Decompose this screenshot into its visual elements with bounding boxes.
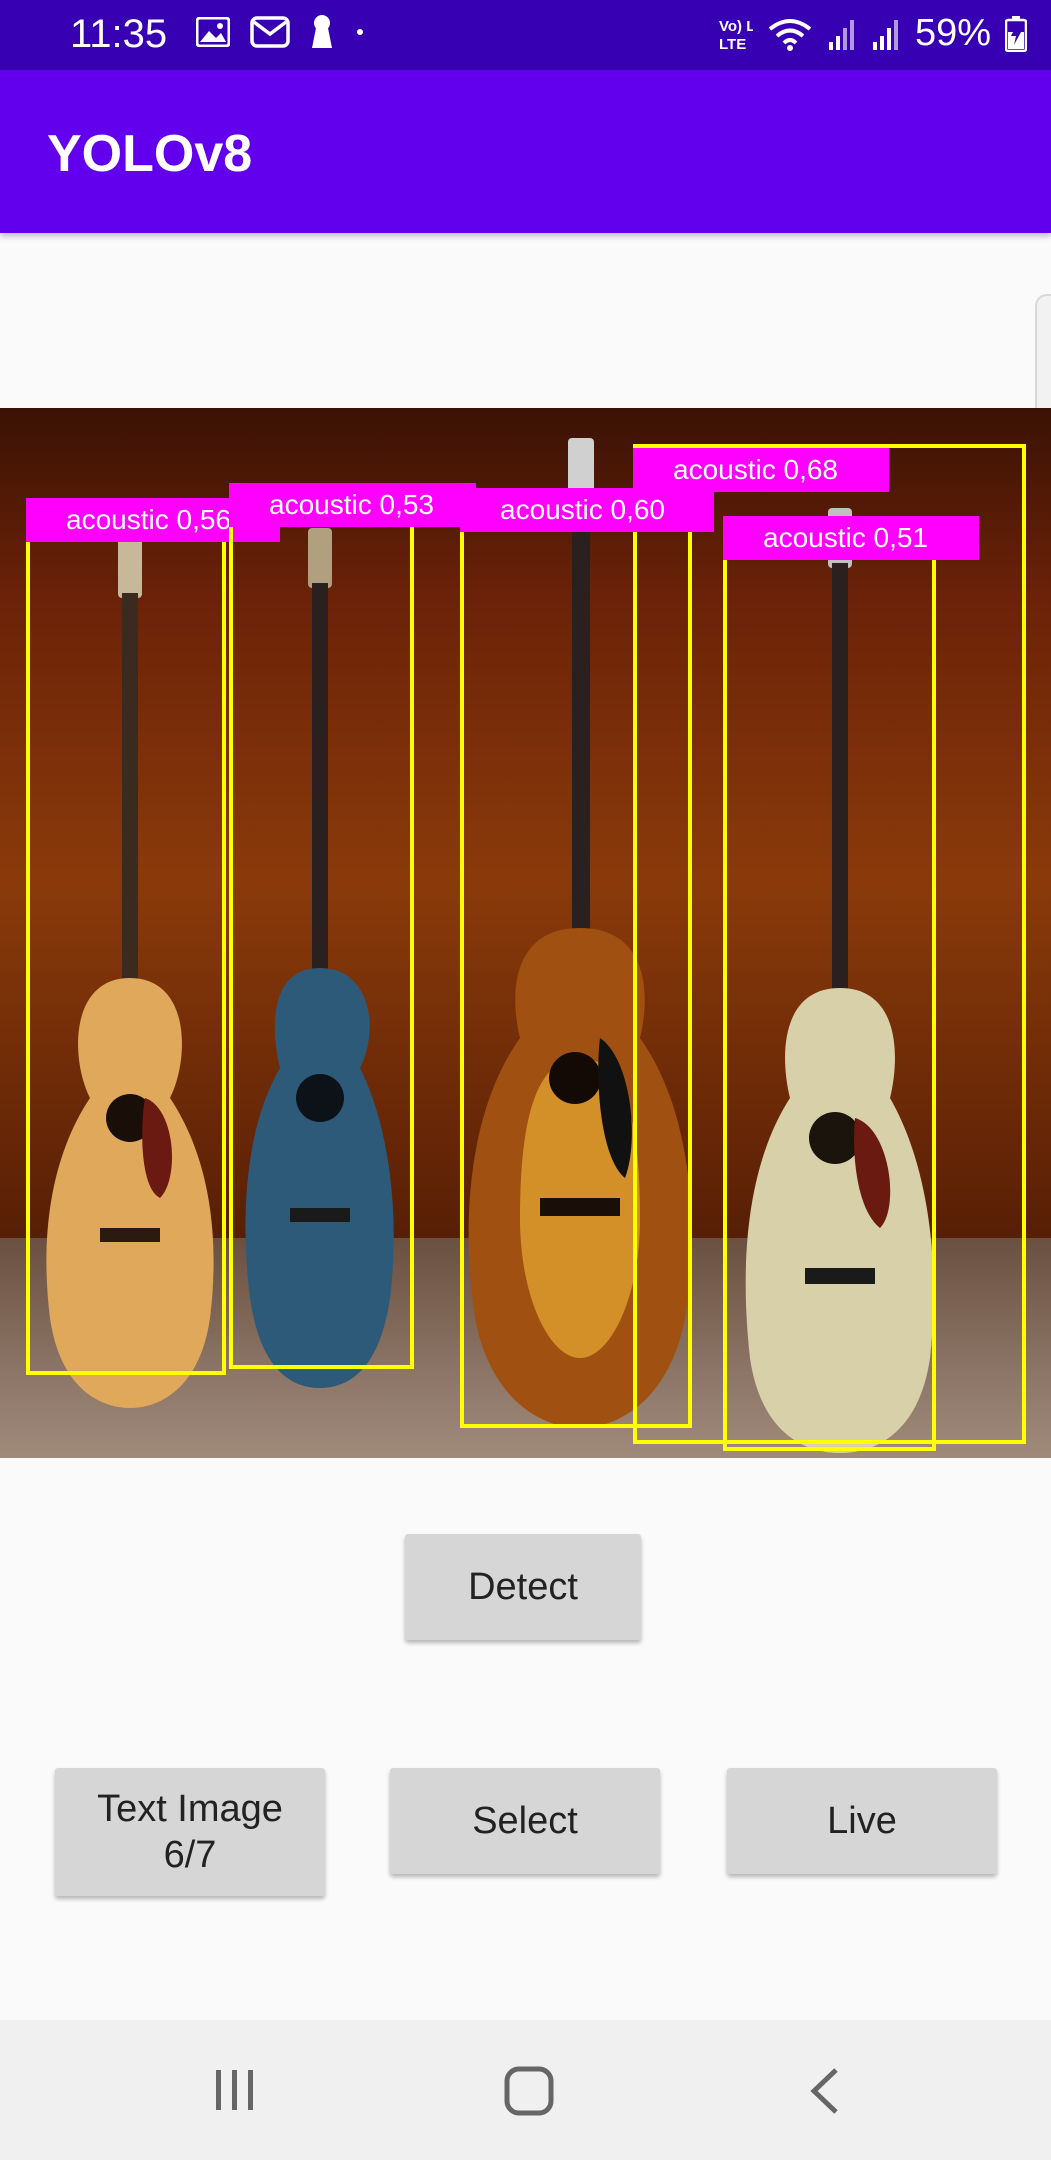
detection-box-1 — [26, 500, 226, 1375]
detection-box-2 — [229, 483, 414, 1369]
home-icon[interactable] — [504, 2066, 554, 2116]
svg-text:Vo) LTE: Vo) LTE — [719, 18, 753, 35]
detect-button[interactable]: Detect — [405, 1534, 641, 1640]
dot-icon — [357, 29, 363, 35]
signal-icon-1 — [828, 19, 854, 50]
recent-apps-icon[interactable] — [212, 2068, 258, 2112]
detection-image: acoustic 0,56 acoustic 0,53 acoustic 0,6… — [0, 408, 1051, 1458]
signal-icon-2 — [872, 19, 898, 50]
detection-box-5 — [723, 516, 936, 1451]
gallery-icon — [196, 17, 230, 47]
text-image-button[interactable]: Text Image 6/7 — [55, 1768, 325, 1896]
text-image-count: 6/7 — [163, 1834, 217, 1876]
detection-box-3 — [460, 488, 692, 1428]
detection-label-2: acoustic 0,53 — [229, 483, 476, 527]
notification-icons — [196, 14, 366, 50]
mail-icon — [250, 16, 290, 48]
battery-percent: 59% — [914, 12, 991, 54]
back-icon[interactable] — [808, 2066, 842, 2116]
app-title: YOLOv8 — [47, 125, 253, 183]
battery-charging-icon — [1005, 15, 1027, 52]
status-bar: 11:35 Vo) LTE LTE — [0, 0, 1051, 70]
wifi-icon — [768, 18, 812, 51]
live-button[interactable]: Live — [727, 1768, 997, 1874]
app-bar: YOLOv8 — [0, 70, 1051, 233]
svg-text:LTE: LTE — [719, 36, 746, 53]
status-time: 11:35 — [70, 12, 168, 56]
select-button[interactable]: Select — [390, 1768, 660, 1874]
keyhole-icon — [312, 15, 332, 48]
detection-label-5: acoustic 0,51 — [723, 516, 979, 560]
status-right: Vo) LTE LTE 59% — [717, 12, 1027, 55]
volte-icon: Vo) LTE LTE — [719, 18, 753, 53]
detection-label-4: acoustic 0,68 — [633, 448, 889, 492]
text-image-label: Text Image — [97, 1788, 283, 1830]
navigation-bar — [0, 2020, 1051, 2160]
detection-label-3: acoustic 0,60 — [460, 488, 714, 532]
